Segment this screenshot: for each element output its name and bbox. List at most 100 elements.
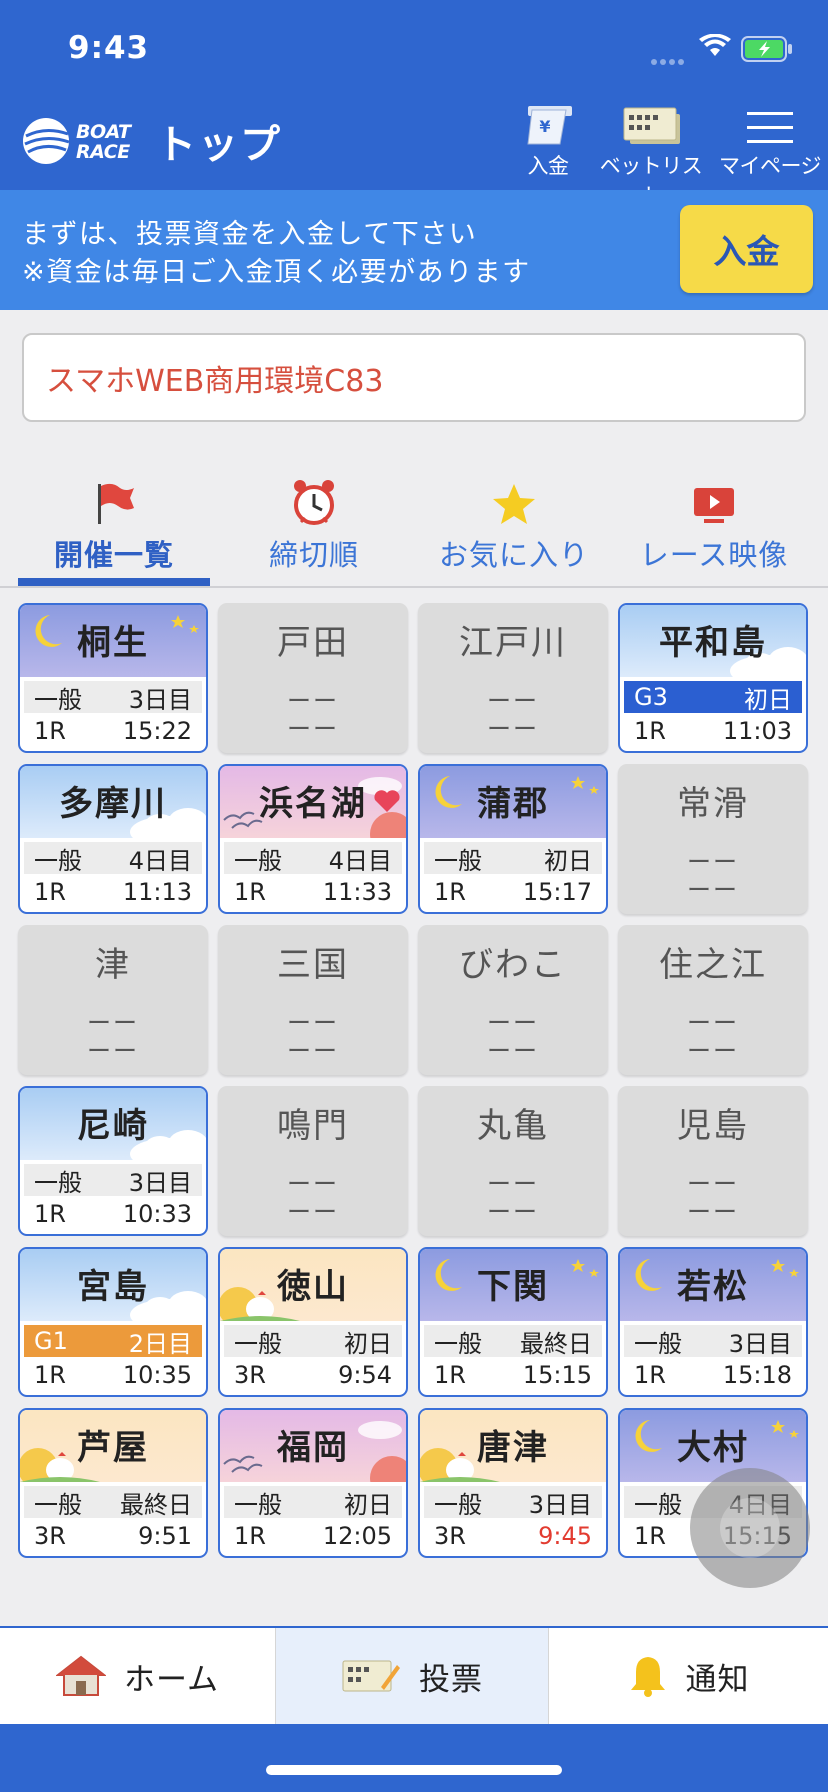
- logo-text-boat: BOAT: [76, 121, 131, 143]
- tab-race-video-label: レース映像: [639, 538, 789, 572]
- venue-day: 3日目: [128, 685, 192, 714]
- nav-vote[interactable]: 投票: [275, 1628, 549, 1724]
- ticket-icon: [342, 1660, 400, 1692]
- venue-day: 初日: [744, 685, 792, 714]
- venue-race-time-row: 1R 10:35: [24, 1359, 202, 1391]
- venue-grade-day-row: 一般 3日目: [624, 1325, 802, 1358]
- venue-grade: G1: [34, 1327, 68, 1355]
- venue-name: 蒲郡: [477, 784, 549, 824]
- venue-race-number: 3R: [234, 1361, 266, 1389]
- venue-card[interactable]: 平和島 G3 初日 1R 11:03: [618, 603, 808, 753]
- boatrace-logo[interactable]: BOAT RACE: [22, 114, 132, 168]
- venue-status-placeholder: ーー: [687, 876, 739, 904]
- venue-deadline-time: 15:18: [722, 1361, 792, 1389]
- svg-text:¥: ¥: [539, 117, 550, 136]
- venue-card[interactable]: 徳山 一般 初日 3R 9:54: [218, 1247, 408, 1397]
- environment-label: スマホWEB商用環境C83: [22, 333, 806, 422]
- venue-name: 平和島: [659, 623, 767, 663]
- venue-grade-day-row: 一般 3日目: [24, 681, 202, 714]
- venue-name: 大村: [677, 1428, 749, 1468]
- venue-name: 江戸川: [459, 623, 567, 663]
- venue-name: 丸亀: [477, 1106, 549, 1146]
- venue-race-number: 3R: [434, 1522, 466, 1550]
- active-tab-indicator: [18, 578, 210, 586]
- star-icon: [493, 484, 535, 524]
- nav-home[interactable]: ホーム: [0, 1628, 275, 1724]
- venue-race-time-row: 1R 10:33: [24, 1198, 202, 1230]
- venue-card[interactable]: 桐生 一般 3日目 1R 15:22: [18, 603, 208, 753]
- venue-card: 三国 ーー ーー: [218, 925, 408, 1075]
- venue-race-number: 1R: [434, 878, 466, 906]
- venue-grade: 一般: [34, 1490, 82, 1519]
- status-time: 9:43: [68, 30, 150, 66]
- venue-race-time-row: 1R 15:15: [424, 1359, 602, 1391]
- venue-name: びわこ: [459, 945, 567, 985]
- home-indicator[interactable]: [266, 1765, 562, 1775]
- venue-day: 3日目: [128, 1168, 192, 1197]
- nav-notifications[interactable]: 通知: [549, 1628, 828, 1724]
- venue-card[interactable]: 下関 一般 最終日 1R 15:15: [418, 1247, 608, 1397]
- venue-day: 初日: [344, 1490, 392, 1519]
- venue-grade-day-row: 一般 3日目: [24, 1164, 202, 1197]
- deposit-notice-banner: まずは、投票資金を入金して下さい ※資金は毎日ご入金頂く必要があります 入金: [0, 190, 828, 310]
- tab-favorites-label: お気に入り: [438, 538, 589, 572]
- venue-race-time-row: 1R 11:13: [24, 876, 202, 908]
- venue-name: 住之江: [659, 945, 767, 985]
- venue-grade-day-row: 一般 初日: [224, 1486, 402, 1519]
- status-bar: 9:43: [0, 0, 828, 92]
- venue-card[interactable]: 多摩川 一般 4日目 1R 11:13: [18, 764, 208, 914]
- notice-line-2: ※資金は毎日ご入金頂く必要があります: [22, 257, 531, 288]
- notice-deposit-button[interactable]: 入金: [680, 205, 813, 293]
- battery-charging-icon: [741, 36, 792, 62]
- venue-card[interactable]: 芦屋 一般 最終日 3R 9:51: [18, 1408, 208, 1558]
- nav-home-label: ホーム: [123, 1661, 220, 1698]
- venue-card: 常滑 ーー ーー: [618, 764, 808, 914]
- venue-grade: 一般: [634, 1329, 682, 1358]
- tab-favorites[interactable]: お気に入り: [414, 470, 614, 574]
- venue-status-placeholder: ーー: [487, 715, 539, 743]
- venue-card: 津ーー ーー: [18, 925, 208, 1075]
- venue-day: 最終日: [520, 1329, 592, 1358]
- tab-deadline-order[interactable]: 締切順: [214, 470, 414, 574]
- venue-day: 最終日: [120, 1490, 192, 1519]
- tab-schedule-list[interactable]: 開催一覧: [14, 470, 214, 574]
- venue-name: 唐津: [477, 1428, 549, 1468]
- venue-card[interactable]: 宮島 G1 2日目 1R 10:35: [18, 1247, 208, 1397]
- venue-card[interactable]: 福岡 一般 初日 1R 12:05: [218, 1408, 408, 1558]
- venue-card[interactable]: 浜名湖 一般 4日目 1R 11:33: [218, 764, 408, 914]
- venue-race-time-row: 1R 11:33: [224, 876, 402, 908]
- venue-card: 丸亀 ーー ーー: [418, 1086, 608, 1236]
- venue-grade: 一般: [434, 846, 482, 875]
- venue-race-number: 3R: [34, 1522, 66, 1550]
- tab-race-video[interactable]: レース映像: [614, 470, 814, 574]
- header-mypage-label: マイページ: [718, 154, 822, 178]
- venue-deadline-time: 12:05: [322, 1522, 392, 1550]
- venue-card[interactable]: 尼崎 一般 3日目 1R 10:33: [18, 1086, 208, 1236]
- venue-card[interactable]: 唐津 一般 3日目 3R 9:45: [418, 1408, 608, 1558]
- floating-assistive-button[interactable]: [690, 1468, 810, 1588]
- header-deposit-button[interactable]: ¥ 入金: [508, 102, 588, 180]
- tab-bar: 開催一覧 締切順 お気に入り レース映像: [0, 470, 828, 588]
- venue-deadline-time: 15:15: [522, 1361, 592, 1389]
- betlist-icon: [623, 107, 680, 144]
- venue-card[interactable]: 若松 一般 3日目 1R 15:18: [618, 1247, 808, 1397]
- header-mypage-button[interactable]: マイページ: [718, 102, 822, 180]
- venue-race-time-row: 1R 15:22: [24, 715, 202, 747]
- venue-race-number: 1R: [434, 1361, 466, 1389]
- venue-grade: G3: [634, 683, 668, 711]
- venue-card: 江戸川 ーー ーー: [418, 603, 608, 753]
- venue-grade: 一般: [34, 1168, 82, 1197]
- bell-icon: [630, 1657, 665, 1697]
- venue-grade: 一般: [34, 685, 82, 714]
- alarm-clock-icon: [294, 480, 334, 525]
- notice-line-1: まずは、投票資金を入金して下さい: [22, 219, 478, 250]
- venue-card[interactable]: 蒲郡 一般 初日 1R 15:17: [418, 764, 608, 914]
- venue-name: 多摩川: [59, 784, 167, 824]
- venue-deadline-time: 10:35: [122, 1361, 192, 1389]
- logo-text: BOAT RACE: [76, 121, 131, 162]
- venue-name: 徳山: [277, 1267, 349, 1307]
- venue-grade-day-row: 一般 初日: [224, 1325, 402, 1358]
- venue-status-placeholder: ーー: [287, 1037, 339, 1065]
- venue-grade: 一般: [434, 1490, 482, 1519]
- bottom-navigation: ホーム 投票 通知: [0, 1626, 828, 1724]
